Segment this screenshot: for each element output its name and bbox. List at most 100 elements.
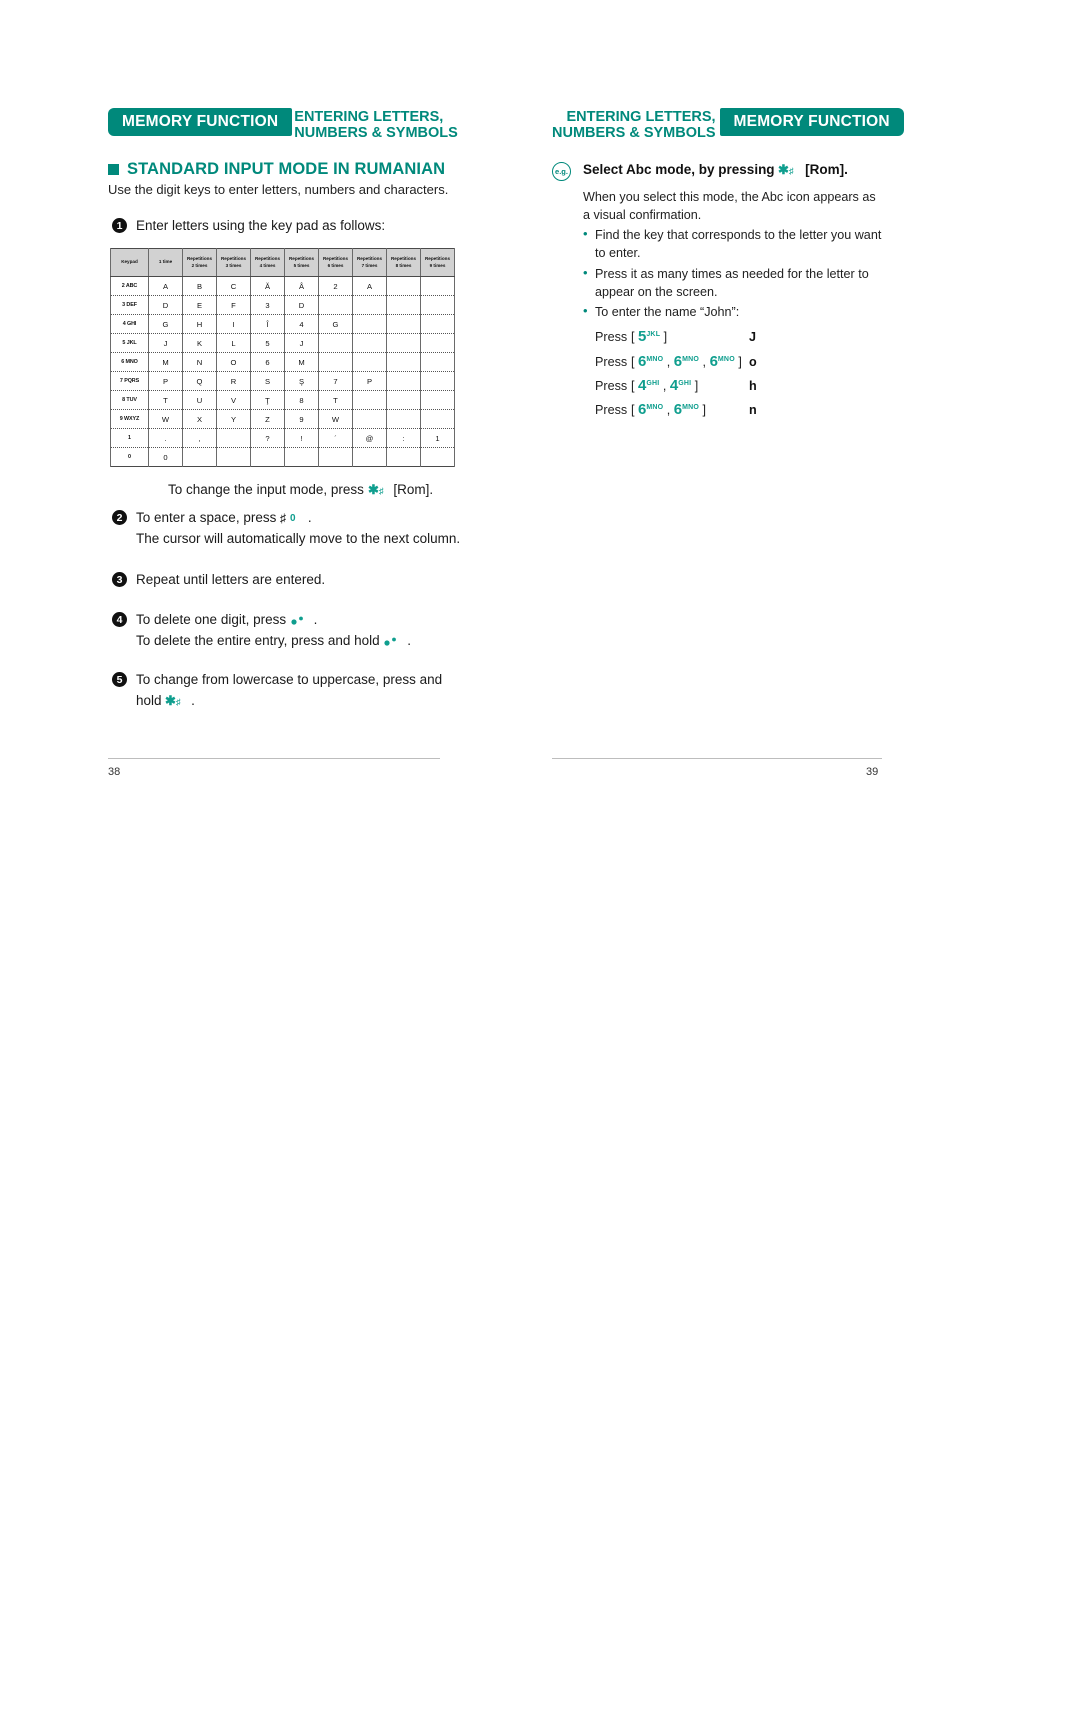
keypad-table-cell: S <box>250 371 285 391</box>
keypad-table-key-label: 4 GHI <box>110 314 149 334</box>
keypad-table-key-label: 8 TUV <box>110 390 149 410</box>
table-row: 6 MNO M N O 6 M <box>110 352 455 372</box>
keypad-table-cell: L <box>216 333 251 353</box>
keypad-table-cell: E <box>182 295 217 315</box>
keypad-table-cell: M <box>284 352 319 372</box>
keypad-table-cell: Q <box>182 371 217 391</box>
star-rom-key-icon-3: ✱ ♯ <box>778 162 801 177</box>
press-row: Press[ 4GHI , 4GHI ] h <box>595 374 883 398</box>
list-item-text: Find the key that corresponds to the let… <box>595 228 882 261</box>
keypad-table-cell <box>386 409 421 429</box>
keypad-table-cell: ? <box>250 428 285 448</box>
svg-text:✱: ✱ <box>165 694 176 707</box>
step-1: 1 Enter letters using the key pad as fol… <box>112 216 385 237</box>
list-item: • Press it as many times as needed for t… <box>583 265 883 302</box>
star-rom-key-icon: ✱ ♯ <box>368 482 390 497</box>
keypad-table-key-label: 1 <box>110 428 149 448</box>
keypad-table-cell <box>420 276 455 296</box>
keypad-digit-icon: 6 <box>673 401 683 419</box>
keypad-table-cell: , <box>182 428 217 448</box>
keypad-table-cell <box>250 447 285 467</box>
press-key-sequence: [ 5JKL ] <box>631 325 749 349</box>
table-row: 5 JKL J K L 5 J <box>110 333 455 353</box>
step-2-line1: To enter a space, press ♯ 0 . <box>136 510 312 525</box>
keypad-table-cell <box>352 390 387 410</box>
bracket-close: ] <box>691 378 699 393</box>
keypad-table-cell: B <box>182 276 217 296</box>
keypad-table-header-1: 1 time <box>148 248 183 277</box>
keypad-table-cell: 9 <box>284 409 319 429</box>
keypad-table-cell: J <box>148 333 183 353</box>
step-2-body: To enter a space, press ♯ 0 . The cursor… <box>136 508 460 550</box>
keypad-table-cell: Ă <box>250 276 285 296</box>
keypad-table-header-row: Keypad 1 time Repetitions 2 times Repetition… <box>110 248 455 277</box>
section-heading-text: STANDARD INPUT MODE IN RUMANIAN <box>127 160 446 178</box>
step-3-number: 3 <box>112 572 127 587</box>
keypad-table-cell: Î <box>250 314 285 334</box>
keypad-table-header-6: Repetitions 6 times <box>318 248 353 277</box>
example-paragraph: When you select this mode, the Abc icon … <box>583 190 876 223</box>
step-2-number: 2 <box>112 510 127 525</box>
running-head-left: MEMORY FUNCTION ENTERING LETTERS, NUMBER… <box>108 108 458 141</box>
running-head-title-left-line2: NUMBERS & SYMBOLS <box>294 125 458 142</box>
keypad-table-cell: A <box>352 276 387 296</box>
keypad-table-cell: O <box>216 352 251 372</box>
press-key-sequence: [ 6MNO , 6MNO , 6MNO ] <box>631 350 749 374</box>
list-item-text: Press it as many times as needed for the… <box>595 266 869 299</box>
step-1-number: 1 <box>112 218 127 233</box>
keypad-table-cell <box>182 447 217 467</box>
keypad-table-cell: G <box>148 314 183 334</box>
step-3-text: Repeat until letters are entered. <box>136 572 326 587</box>
keypad-table-cell <box>386 447 421 467</box>
keypad-table-cell: W <box>318 409 353 429</box>
press-label: Press <box>595 378 628 393</box>
star-rom-key-icon-2: ✱ ♯ <box>165 691 187 712</box>
keypad-table-cell: V <box>216 390 251 410</box>
keypad-table-cell: 7 <box>318 371 353 391</box>
footer-rule-right <box>552 758 882 759</box>
keypad-table-cell <box>386 390 421 410</box>
svg-text:♯: ♯ <box>176 697 181 707</box>
keypad-table-cell: 0 <box>148 447 183 467</box>
step-4-number: 4 <box>112 612 127 627</box>
keypad-table-cell: G <box>318 314 353 334</box>
keypad-table-body: 2 ABC A B C Ă Â 2 A 3 DEF D E F 3 D 4 GHI G H I Î 4 G 5 JKL J K… <box>110 276 455 467</box>
hash-key-icon: ♯ 0 <box>280 508 304 529</box>
keypad-table-header-7: Repetitions 7 times <box>352 248 387 277</box>
keypad-table-cell: U <box>182 390 217 410</box>
keypad-table-header-2: Repetitions 2 times <box>182 248 217 277</box>
change-input-mode-pre: To change the input mode, press <box>168 482 364 497</box>
keypad-table-cell: Z <box>250 409 285 429</box>
key-separator: , <box>699 354 710 369</box>
keypad-table-cell: Â <box>284 276 319 296</box>
step-2-line2: The cursor will automatically move to th… <box>136 530 461 546</box>
step-4-line2: To delete the entire entry, press and ho… <box>136 633 411 648</box>
keypad-digit-letters: GHI <box>646 379 660 387</box>
keypad-table-cell <box>386 352 421 372</box>
step-4-line1: To delete one digit, press . <box>136 612 317 627</box>
keypad-table-header-3: Repetitions 3 times <box>216 248 251 277</box>
list-item: • To enter the name “John”: <box>583 303 883 321</box>
bracket-close: ] <box>699 403 707 418</box>
page-number-left: 38 <box>108 766 121 778</box>
keypad-table-key-label: 3 DEF <box>110 295 149 315</box>
keypad-digit-letters: JKL <box>646 331 661 339</box>
keypad-table-cell <box>216 447 251 467</box>
keypad-table-cell <box>420 371 455 391</box>
example-marker-icon: e.g. <box>552 162 571 181</box>
keypad-table-cell: 2 <box>318 276 353 296</box>
step-4-body: To delete one digit, press . To delete t… <box>136 610 411 652</box>
keypad-table-cell: T <box>148 390 183 410</box>
keypad-table-cell <box>420 352 455 372</box>
keypad-table-cell <box>420 390 455 410</box>
running-head-title-left: ENTERING LETTERS, NUMBERS & SYMBOLS <box>294 109 458 141</box>
svg-text:♯: ♯ <box>789 166 794 176</box>
press-label: Press <box>595 354 628 369</box>
step-5-line1: To change from lowercase to uppercase, p… <box>136 672 443 687</box>
keypad-digit-letters: MNO <box>646 403 664 411</box>
step-2: 2 To enter a space, press ♯ 0 . The curs… <box>112 508 460 550</box>
section-heading: STANDARD INPUT MODE IN RUMANIAN <box>108 160 445 179</box>
running-head-title-right-line2: NUMBERS & SYMBOLS <box>552 125 716 142</box>
keypad-table-cell: 5 <box>250 333 285 353</box>
press-result-letter: h <box>749 378 757 393</box>
